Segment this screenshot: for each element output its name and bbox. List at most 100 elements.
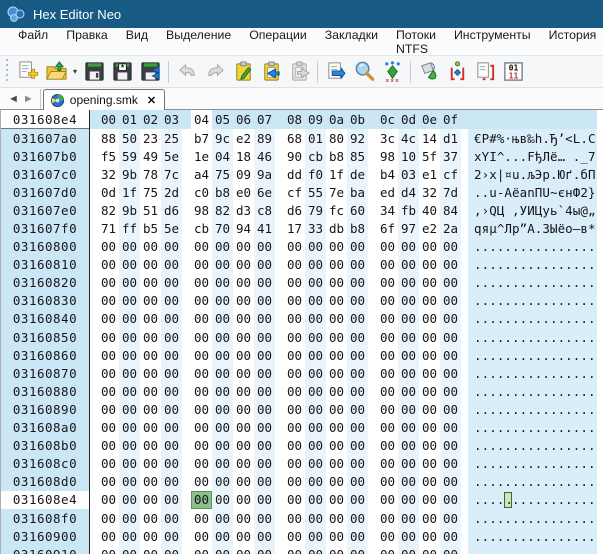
hex-byte[interactable]: 00: [191, 437, 212, 455]
hex-byte[interactable]: 00: [98, 473, 119, 491]
ascii-char[interactable]: .: [489, 348, 497, 363]
ascii-char[interactable]: .: [558, 239, 566, 254]
hex-byte[interactable]: 51: [140, 201, 161, 219]
hex-byte[interactable]: 00: [119, 418, 140, 437]
hex-byte[interactable]: 00: [326, 527, 347, 545]
ascii-char[interactable]: .: [535, 366, 543, 381]
ascii-char[interactable]: .: [588, 348, 596, 363]
ascii-char[interactable]: -: [497, 185, 505, 200]
hex-byte[interactable]: 71: [98, 219, 119, 237]
hex-byte[interactable]: 00: [140, 455, 161, 473]
ascii-char[interactable]: .: [474, 420, 482, 435]
undo-button[interactable]: [173, 58, 201, 86]
hex-byte[interactable]: 00: [284, 382, 305, 400]
ascii-char[interactable]: .: [489, 330, 497, 345]
hex-byte[interactable]: c8: [254, 201, 275, 220]
hex-byte[interactable]: 00: [98, 274, 119, 292]
hex-byte[interactable]: 00: [347, 436, 368, 455]
hex-byte[interactable]: 00: [254, 364, 275, 383]
ascii-char[interactable]: .: [550, 456, 558, 471]
hex-byte[interactable]: 5f: [419, 147, 440, 165]
ascii-char[interactable]: .: [520, 456, 528, 471]
hex-byte[interactable]: 7c: [161, 165, 182, 184]
ascii-char[interactable]: µ: [489, 221, 497, 236]
ascii-char[interactable]: .: [535, 547, 543, 554]
hex-byte[interactable]: 00: [326, 382, 347, 400]
ascii-char[interactable]: .: [558, 492, 566, 507]
ascii-char[interactable]: .: [580, 529, 588, 544]
ascii-char[interactable]: .: [497, 384, 505, 399]
hex-byte[interactable]: 00: [284, 256, 305, 274]
hex-byte[interactable]: fc: [326, 201, 347, 219]
hex-byte[interactable]: 00: [398, 237, 419, 256]
ascii-char[interactable]: ё: [512, 185, 520, 200]
ascii-char[interactable]: ‚: [474, 203, 482, 218]
ascii-char[interactable]: .: [535, 221, 543, 236]
hex-byte[interactable]: 00: [305, 237, 326, 256]
hex-byte[interactable]: 00: [398, 364, 419, 383]
ascii-char[interactable]: .: [504, 547, 512, 554]
hex-byte[interactable]: 00: [191, 400, 212, 418]
ascii-char[interactable]: .: [535, 402, 543, 417]
ascii-char[interactable]: .: [497, 239, 505, 254]
hex-byte[interactable]: 00: [98, 310, 119, 328]
row-address[interactable]: 031607f0: [1, 219, 89, 238]
ascii-char[interactable]: .: [550, 384, 558, 399]
hex-byte[interactable]: 00: [212, 400, 233, 419]
ascii-char[interactable]: .: [580, 257, 588, 272]
hex-byte[interactable]: 00: [98, 527, 119, 545]
hex-byte[interactable]: 00: [119, 346, 140, 365]
menu-item[interactable]: Инструменты: [445, 24, 540, 60]
ascii-char[interactable]: .: [504, 456, 512, 471]
hex-byte[interactable]: 00: [191, 527, 212, 545]
ascii-char[interactable]: .: [504, 348, 512, 363]
hex-byte[interactable]: 00: [119, 454, 140, 473]
hex-byte[interactable]: 00: [419, 455, 440, 473]
hex-byte[interactable]: 00: [326, 437, 347, 455]
hex-byte[interactable]: d6: [161, 201, 182, 220]
ascii-char[interactable]: .: [512, 257, 520, 272]
ascii-char[interactable]: .: [497, 529, 505, 544]
hex-byte[interactable]: 00: [140, 256, 161, 274]
hex-byte[interactable]: cb: [305, 147, 326, 166]
ascii-char[interactable]: .: [504, 239, 512, 254]
ascii-char[interactable]: .: [542, 348, 550, 363]
hex-byte[interactable]: 00: [377, 400, 398, 418]
ascii-char[interactable]: .: [489, 366, 497, 381]
ascii-char[interactable]: .: [474, 239, 482, 254]
hex-byte[interactable]: 00: [440, 346, 461, 365]
ascii-char[interactable]: ^: [497, 149, 505, 164]
hex-byte[interactable]: 00: [440, 255, 461, 274]
hex-byte[interactable]: cb: [191, 219, 212, 237]
hex-byte[interactable]: 00: [140, 292, 161, 310]
hex-byte[interactable]: 00: [191, 382, 212, 400]
hex-byte[interactable]: 00: [377, 328, 398, 346]
hex-byte[interactable]: 00: [161, 490, 182, 509]
hex-byte[interactable]: 40: [419, 201, 440, 219]
ascii-char[interactable]: o: [565, 221, 573, 236]
ascii-char[interactable]: .: [558, 257, 566, 272]
hex-byte[interactable]: e0: [233, 183, 254, 201]
hex-byte[interactable]: 00: [347, 454, 368, 473]
hex-byte[interactable]: 46: [254, 147, 275, 166]
row-address[interactable]: 03160830: [1, 291, 89, 310]
hex-byte[interactable]: 0d: [98, 183, 119, 201]
hex-byte[interactable]: 00: [440, 472, 461, 491]
hex-byte[interactable]: 00: [254, 237, 275, 256]
ascii-char[interactable]: .: [482, 438, 490, 453]
ascii-char[interactable]: .: [565, 384, 573, 399]
hex-byte[interactable]: 9c: [212, 129, 233, 148]
ascii-char[interactable]: .: [512, 492, 520, 507]
ascii-char[interactable]: Ю: [558, 167, 566, 182]
ascii-char[interactable]: .: [474, 293, 482, 308]
ascii-char[interactable]: .: [580, 330, 588, 345]
ascii-char[interactable]: @: [580, 203, 588, 218]
ascii-char[interactable]: њ: [512, 131, 520, 146]
hex-byte[interactable]: 00: [140, 274, 161, 292]
hex-byte[interactable]: 00: [254, 255, 275, 274]
hex-byte[interactable]: 00: [212, 527, 233, 546]
hex-byte[interactable]: 00: [377, 364, 398, 382]
ascii-char[interactable]: Ф: [573, 185, 581, 200]
ascii-char[interactable]: .: [520, 402, 528, 417]
ascii-char[interactable]: .: [520, 167, 528, 182]
